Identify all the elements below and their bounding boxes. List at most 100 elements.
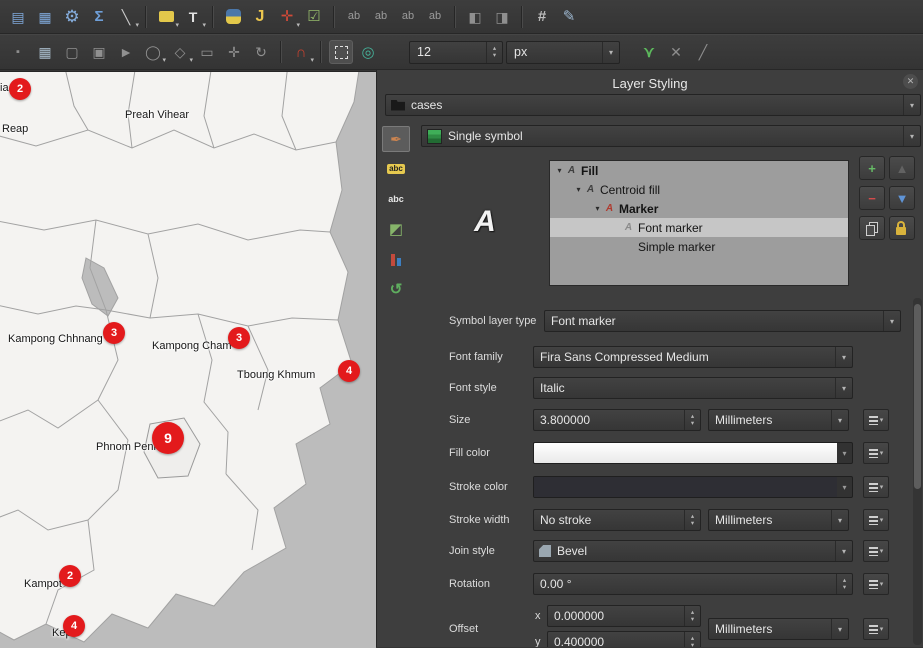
renderer-combo[interactable]: Single symbol ▾	[421, 125, 921, 147]
callout-branch-icon[interactable]: ⋎	[637, 40, 661, 64]
size-units-combo[interactable]: Millimeters ▾	[708, 409, 849, 431]
select-rectangle-icon[interactable]: ▭	[195, 40, 219, 64]
open-table-icon[interactable]: ▦	[33, 40, 57, 64]
spinner-arrows[interactable]: ▴ ▾	[684, 632, 700, 647]
annotation-bubble-icon[interactable]: ▾	[154, 5, 178, 29]
add-symbol-layer-button[interactable]: +	[859, 156, 885, 180]
attribute-table-icon[interactable]: ▤	[6, 5, 30, 29]
join-style-combo[interactable]: Bevel ▾	[533, 540, 853, 562]
stroke-width-units-combo[interactable]: Millimeters ▾	[708, 509, 849, 531]
move-layer-up-button[interactable]: ▲	[889, 156, 915, 180]
mini-square-icon[interactable]: ▪	[6, 40, 30, 64]
panel-scrollbar[interactable]	[913, 298, 922, 645]
symbol-layer-label: Centroid fill	[600, 183, 660, 197]
move-layer-down-button[interactable]: ▼	[889, 186, 915, 210]
tab-callouts[interactable]: abc	[382, 186, 410, 212]
tab-symbology[interactable]: ✒	[382, 126, 410, 152]
spinner-arrows[interactable]: ▴ ▾	[684, 606, 700, 626]
symbol-tree-item[interactable]: Simple marker	[550, 237, 848, 256]
tab-labels[interactable]: abc	[382, 156, 410, 182]
tab-diagrams[interactable]	[382, 246, 410, 272]
java-osm-icon[interactable]: J	[248, 5, 272, 29]
remove-item-icon[interactable]: ✕	[664, 40, 688, 64]
scrollbar-handle[interactable]	[914, 304, 921, 489]
preview-glyph: A	[474, 205, 496, 239]
symbol-tree-item[interactable]: ▾AFill	[550, 161, 848, 180]
offset-x-spinbox[interactable]: 0.000000 ▴ ▾	[547, 605, 701, 627]
rotation-override-button[interactable]: ▾	[863, 573, 889, 595]
fill-color-override-button[interactable]: ▾	[863, 442, 889, 464]
chevron-down-icon: ▾	[602, 42, 619, 63]
annotation-edit-icon[interactable]: ✎	[557, 5, 581, 29]
label-tool-3-icon-glyph: ab	[402, 11, 414, 22]
move-label-icon[interactable]: ✛	[222, 40, 246, 64]
spinner-arrows[interactable]: ▴ ▾	[684, 410, 700, 430]
spinner-arrows[interactable]: ▴ ▾	[684, 510, 700, 530]
grid-hash-icon[interactable]: #	[530, 5, 554, 29]
expander-icon[interactable]: ▾	[554, 166, 565, 175]
raster-grid-icon[interactable]: ▦	[33, 5, 57, 29]
map-check-icon[interactable]: ☑	[302, 5, 326, 29]
select-features-icon[interactable]: ▢	[60, 40, 84, 64]
stroke-color-button[interactable]: ▾	[533, 476, 853, 498]
mini-square-icon-glyph: ▪	[16, 47, 20, 58]
layer-effect-2-icon[interactable]: ◨	[490, 5, 514, 29]
offset-y-spinbox[interactable]: 0.400000 ▴ ▾	[547, 631, 701, 647]
settings-gear-icon[interactable]: ⚙	[60, 5, 84, 29]
axes-cross-icon[interactable]: ✛▾	[275, 5, 299, 29]
tab-history[interactable]: ↺	[382, 276, 410, 302]
spinner-arrows[interactable]: ▴▾	[486, 42, 502, 63]
symbol-tree-item[interactable]: AFont marker	[550, 218, 848, 237]
marquee-select-icon[interactable]	[329, 40, 353, 64]
python-console-icon[interactable]	[221, 5, 245, 29]
join-style-override-button[interactable]: ▾	[863, 540, 889, 562]
tab-3d-view[interactable]: ◩	[382, 216, 410, 242]
map-canvas[interactable]: iaReapPreah VihearKampong ChhnangKampong…	[0, 71, 376, 648]
label-tool-2-icon[interactable]: ab	[369, 5, 393, 29]
label-font-size-spinbox[interactable]: 12▴▾	[409, 41, 503, 64]
fill-color-label: Fill color	[449, 442, 490, 464]
layer-effect-icon[interactable]: ◧	[463, 5, 487, 29]
stroke-width-spinbox[interactable]: No stroke ▴ ▾	[533, 509, 701, 531]
symbol-layer-type-label: Symbol layer type	[449, 310, 536, 332]
rotate-label-icon[interactable]: ↻	[249, 40, 273, 64]
expander-icon[interactable]: ▾	[573, 185, 584, 194]
rotation-spinbox[interactable]: 0.00 ° ▴ ▾	[533, 573, 853, 595]
diagonal-line-icon[interactable]: ╱	[691, 40, 715, 64]
lock-symbol-color-button[interactable]	[889, 216, 915, 240]
select-radius-icon[interactable]: ◯▾	[141, 40, 165, 64]
statistics-sum-icon[interactable]: Σ	[87, 5, 111, 29]
remove-symbol-layer-button[interactable]: −	[859, 186, 885, 210]
label-anchor-icon[interactable]: ◎	[356, 40, 380, 64]
stroke-width-override-button[interactable]: ▾	[863, 509, 889, 531]
label-tool-1-icon[interactable]: ab	[342, 5, 366, 29]
stroke-color-override-button[interactable]: ▾	[863, 476, 889, 498]
symbol-layer-type-combo[interactable]: Font marker ▾	[544, 310, 901, 332]
label-tool-3-icon[interactable]: ab	[396, 5, 420, 29]
font-family-combo[interactable]: Fira Sans Compressed Medium ▾	[533, 346, 853, 368]
raster-grid-icon-glyph: ▦	[38, 10, 51, 24]
snapping-magnet-icon[interactable]: ∩▾	[289, 40, 313, 64]
font-style-combo[interactable]: Italic ▾	[533, 377, 853, 399]
expander-icon[interactable]: ▾	[592, 204, 603, 213]
select-polygon-icon[interactable]: ◇▾	[168, 40, 192, 64]
measure-ruler-icon[interactable]: ╲▾	[114, 5, 138, 29]
size-override-button[interactable]: ▾	[863, 409, 889, 431]
deselect-features-icon[interactable]: ▣	[87, 40, 111, 64]
text-annotation-icon[interactable]: T▾	[181, 5, 205, 29]
data-defined-icon	[869, 580, 878, 589]
pointer-arrow-icon[interactable]: ►	[114, 40, 138, 64]
label-font-units-combo[interactable]: px▾	[506, 41, 620, 64]
fill-color-button[interactable]: ▾	[533, 442, 853, 464]
layer-selector-combo[interactable]: cases ▾	[385, 94, 921, 116]
spinner-arrows[interactable]: ▴ ▾	[836, 574, 852, 594]
duplicate-symbol-layer-button[interactable]	[859, 216, 885, 240]
size-spinbox[interactable]: 3.800000 ▴ ▾	[533, 409, 701, 431]
offset-override-button[interactable]: ▾	[863, 618, 889, 640]
offset-units-combo[interactable]: Millimeters ▾	[708, 618, 849, 640]
chevron-down-icon: ▾	[880, 625, 884, 633]
close-panel-button[interactable]: ✕	[903, 74, 918, 89]
label-tool-4-icon[interactable]: ab	[423, 5, 447, 29]
symbol-tree-item[interactable]: ▾ACentroid fill	[550, 180, 848, 199]
symbol-tree-item[interactable]: ▾AMarker	[550, 199, 848, 218]
